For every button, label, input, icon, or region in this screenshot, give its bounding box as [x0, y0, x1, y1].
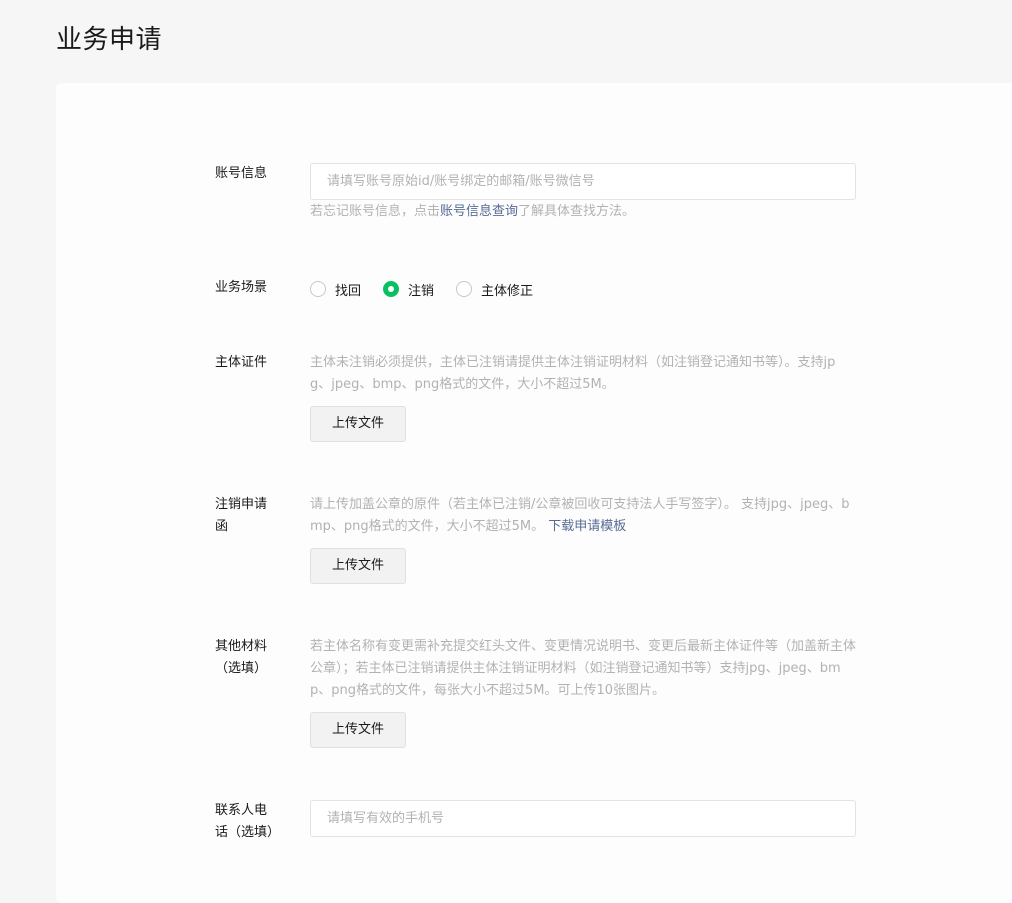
other-materials-hint: 若主体名称有变更需补充提交红头文件、变更情况说明书、变更后最新主体证件等（加盖新… — [310, 639, 857, 698]
scene-option-label: 找回 — [335, 283, 362, 299]
account-hint-suffix: 了解具体查找方法。 — [518, 204, 636, 219]
entity-cert-label: 主体证件 — [215, 355, 268, 370]
cancel-letter-hint: 请上传加盖公章的原件（若主体已注销/公章被回收可支持法人手写签字）。 支持jpg… — [310, 494, 856, 538]
account-content: 若忘记账号信息，点击账号信息查询了解具体查找方法。 — [310, 163, 856, 223]
entity-cert-content: 主体未注销必须提供，主体已注销请提供主体注销证明材料（如注销登记通知书等）。支持… — [310, 352, 856, 442]
contact-phone-content — [310, 800, 856, 837]
radio-circle-icon[interactable] — [310, 281, 326, 297]
scene-radio-group: 找回 注销 主体修正 — [310, 278, 856, 300]
account-lookup-link[interactable]: 账号信息查询 — [440, 204, 518, 219]
cancel-letter-content: 请上传加盖公章的原件（若主体已注销/公章被回收可支持法人手写签字）。 支持jpg… — [310, 494, 856, 584]
other-materials-content: 若主体名称有变更需补充提交红头文件、变更情况说明书、变更后最新主体证件等（加盖新… — [310, 636, 856, 748]
form-card: 账号信息 若忘记账号信息，点击账号信息查询了解具体查找方法。 业务场景 找回 注… — [56, 83, 1012, 903]
radio-checked-icon[interactable] — [383, 281, 400, 297]
entity-cert-upload-button[interactable]: 上传文件 — [310, 406, 406, 442]
scene-content: 找回 注销 主体修正 — [310, 278, 856, 300]
contact-phone-input[interactable] — [310, 800, 856, 837]
cancel-letter-upload-button[interactable]: 上传文件 — [310, 548, 406, 584]
account-hint: 若忘记账号信息，点击账号信息查询了解具体查找方法。 — [310, 201, 856, 223]
scene-option-recover[interactable]: 找回 — [310, 280, 361, 299]
scene-option-label: 注销 — [408, 283, 435, 299]
other-materials-label: 其他材料（选填） — [215, 639, 268, 676]
scene-option-correct-entity[interactable]: 主体修正 — [456, 280, 533, 299]
page-title: 业务申请 — [56, 25, 163, 55]
account-label: 账号信息 — [215, 166, 268, 181]
entity-cert-hint: 主体未注销必须提供，主体已注销请提供主体注销证明材料（如注销登记通知书等）。支持… — [310, 355, 836, 392]
account-hint-prefix: 若忘记账号信息，点击 — [310, 204, 441, 219]
scene-option-label: 主体修正 — [481, 283, 534, 299]
scene-label: 业务场景 — [215, 280, 268, 295]
account-input[interactable] — [310, 163, 856, 200]
radio-circle-icon[interactable] — [456, 281, 473, 297]
cancel-letter-label: 注销申请函 — [215, 497, 268, 534]
other-materials-upload-button[interactable]: 上传文件 — [310, 712, 406, 748]
download-template-link[interactable]: 下载申请模板 — [548, 519, 626, 534]
scene-option-cancel[interactable]: 注销 — [383, 280, 434, 299]
contact-phone-label: 联系人电话（选填） — [215, 803, 281, 840]
